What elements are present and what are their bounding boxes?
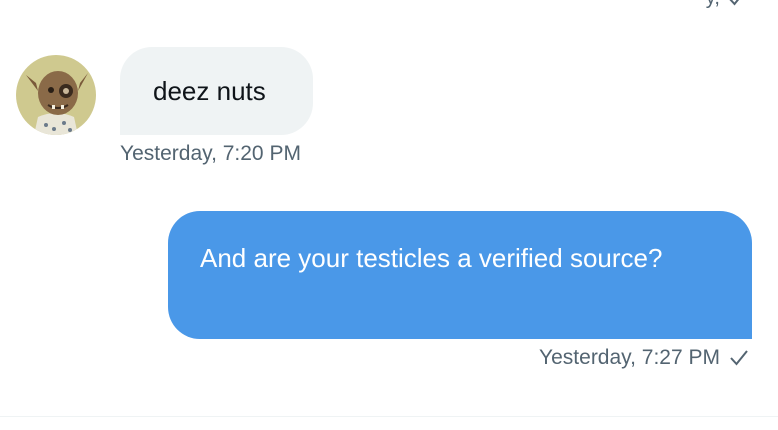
incoming-message-timestamp: Yesterday, 7:20 PM — [120, 142, 301, 165]
outgoing-message-text: And are your testicles a verified source… — [200, 243, 663, 273]
previous-timestamp-fragment: y, — [706, 0, 720, 10]
previous-message-meta: y, — [706, 0, 748, 10]
composer-divider — [0, 416, 778, 417]
incoming-message-text: deez nuts — [153, 75, 266, 106]
check-icon — [726, 0, 748, 9]
user-avatar-icon — [16, 55, 96, 135]
outgoing-message-bubble[interactable]: And are your testicles a verified source… — [168, 211, 752, 339]
outgoing-message-timestamp: Yesterday, 7:27 PM — [539, 346, 720, 369]
dm-conversation-thread: y, deez nuts — [0, 0, 778, 430]
incoming-message-bubble[interactable]: deez nuts — [120, 47, 313, 135]
sender-avatar[interactable] — [16, 55, 96, 135]
outgoing-message-meta: Yesterday, 7:27 PM — [539, 346, 750, 370]
check-icon — [728, 347, 750, 369]
